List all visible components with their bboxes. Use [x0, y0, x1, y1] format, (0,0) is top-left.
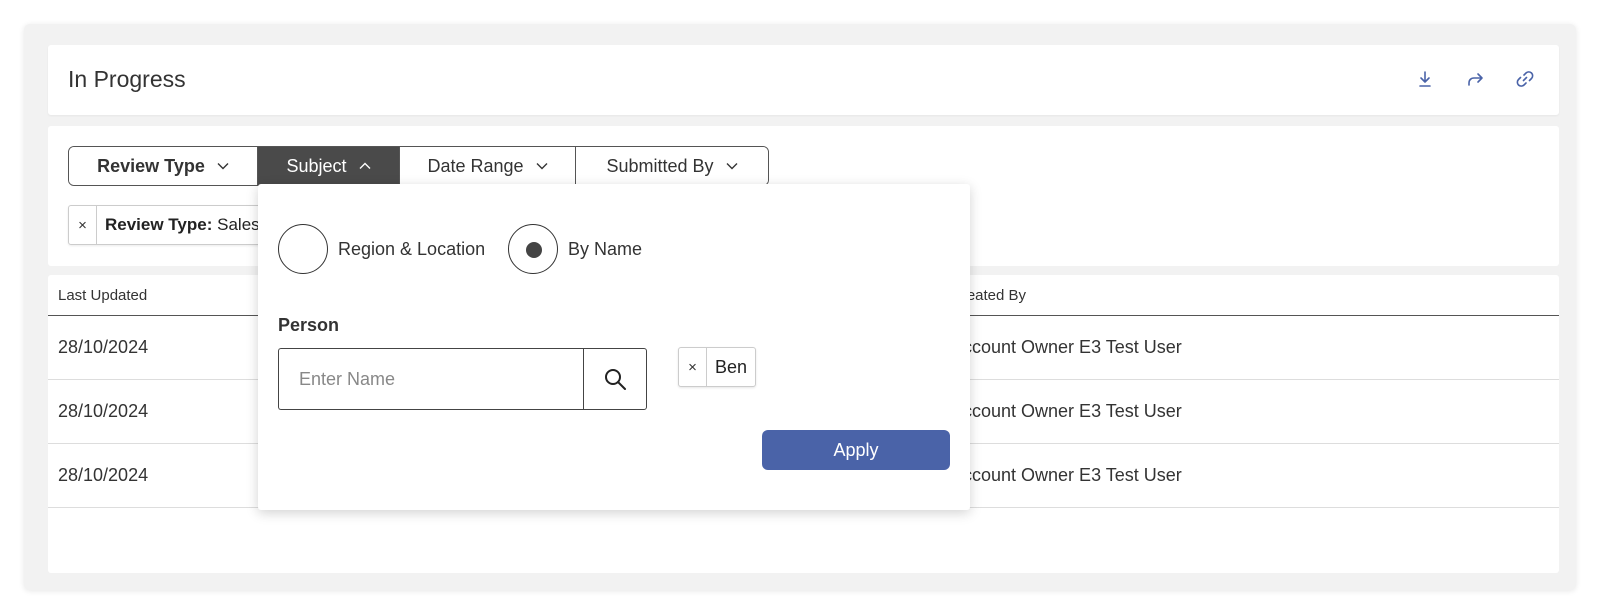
tab-label: Submitted By: [606, 155, 714, 176]
tab-review-type[interactable]: Review Type: [69, 147, 258, 185]
column-header-last-updated[interactable]: Last Updated: [58, 287, 147, 304]
person-label: Person: [278, 315, 340, 335]
chevron-down-icon: [217, 163, 229, 170]
title-card: In Progress: [48, 45, 1559, 115]
radio-label: Region & Location: [338, 238, 486, 259]
applied-filter-text: Review Type: Sales: [97, 215, 268, 235]
cell-created-by: Account Owner E3 Test User: [951, 401, 1182, 421]
chevron-up-icon: [359, 162, 371, 169]
radio-button-unselected: [278, 224, 328, 274]
applied-filter-value: Sales: [217, 215, 260, 234]
person-search-button[interactable]: [583, 348, 647, 410]
applied-filter-key: Review Type:: [105, 215, 213, 234]
remove-filter-button[interactable]: ×: [69, 206, 97, 244]
share-icon[interactable]: [1463, 67, 1487, 91]
radio-label: By Name: [568, 238, 643, 259]
applied-filter-chip: × Review Type: Sales: [68, 205, 269, 245]
radio-button-selected: [508, 224, 558, 274]
subject-filter-popup: Region & Location By Name Person × Ben A…: [258, 184, 970, 510]
chevron-down-icon: [726, 163, 738, 170]
tab-label: Date Range: [427, 155, 524, 176]
tab-label: Subject: [286, 155, 347, 176]
download-icon[interactable]: [1413, 67, 1437, 91]
radio-by-name[interactable]: By Name: [508, 224, 642, 274]
filter-bar: Review Type Subject Date Range Submitted…: [68, 146, 769, 186]
selected-person-chip: × Ben: [678, 347, 757, 387]
cell-created-by: Account Owner E3 Test User: [951, 337, 1182, 357]
remove-person-button[interactable]: ×: [679, 348, 707, 386]
cell-created-by: Account Owner E3 Test User: [951, 465, 1182, 485]
radio-region-location[interactable]: Region & Location: [278, 224, 485, 274]
cell-last-updated: 28/10/2024: [58, 401, 149, 421]
header-actions: [1413, 67, 1537, 91]
page-title: In Progress: [68, 66, 186, 92]
radio-dot: [526, 242, 542, 258]
tab-subject[interactable]: Subject: [258, 147, 400, 185]
tab-submitted-by[interactable]: Submitted By: [576, 147, 768, 185]
selected-person-name: Ben: [715, 356, 748, 377]
search-icon: [605, 369, 626, 390]
apply-button[interactable]: Apply: [762, 430, 950, 470]
link-icon[interactable]: [1513, 67, 1537, 91]
tab-date-range[interactable]: Date Range: [400, 147, 576, 185]
cell-last-updated: 28/10/2024: [58, 337, 149, 357]
person-search-input[interactable]: [278, 348, 584, 410]
cell-last-updated: 28/10/2024: [58, 465, 149, 485]
chevron-down-icon: [536, 163, 548, 170]
tab-label: Review Type: [97, 155, 205, 176]
